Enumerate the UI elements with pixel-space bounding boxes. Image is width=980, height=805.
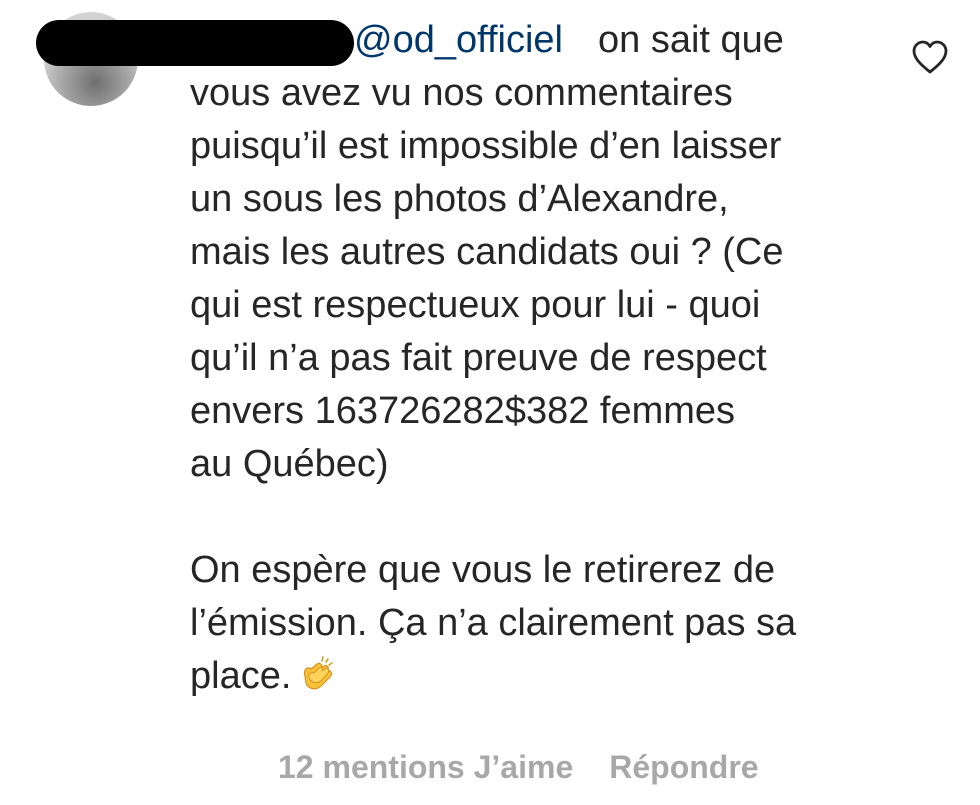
comment-line: puisqu’il est impossible d’en laisser <box>190 125 782 167</box>
heart-icon[interactable] <box>910 38 950 78</box>
comment-line: qui est respectueux pour lui - quoi <box>190 284 761 326</box>
mention-link[interactable]: @od_officiel <box>354 14 563 67</box>
comment-line: vous avez vu nos commentaires <box>190 72 733 114</box>
comment-text: vous avez vu nos commentaires puisqu’il … <box>190 67 890 703</box>
comment-line: qu’il n’a pas fait preuve de respect <box>190 337 767 379</box>
comment: @od_officiel on sait que vous avez vu no… <box>0 0 980 805</box>
comment-line-last-text: place. <box>190 655 292 697</box>
reply-button[interactable]: Répondre <box>609 745 758 789</box>
comment-line: envers 163726282$382 femmes <box>190 390 736 432</box>
comment-line: l’émission. Ça n’a clairement pas sa <box>190 602 797 644</box>
comment-line: au Québec) <box>190 443 389 485</box>
redacted-username <box>36 20 354 66</box>
comment-line: mais les autres candidats oui ? (Ce <box>190 231 784 273</box>
comment-line: un sous les photos d’Alexandre, <box>190 178 729 220</box>
comment-text-first-line: on sait que <box>598 19 784 61</box>
comment-line-last: place. <box>190 650 890 703</box>
comment-actions: 12 mentions J’aime Répondre <box>278 745 759 789</box>
comment-line: On espère que vous le retirerez de <box>190 549 776 591</box>
clapping-hands-icon <box>304 656 334 690</box>
likes-count-button[interactable]: 12 mentions J’aime <box>278 745 573 789</box>
